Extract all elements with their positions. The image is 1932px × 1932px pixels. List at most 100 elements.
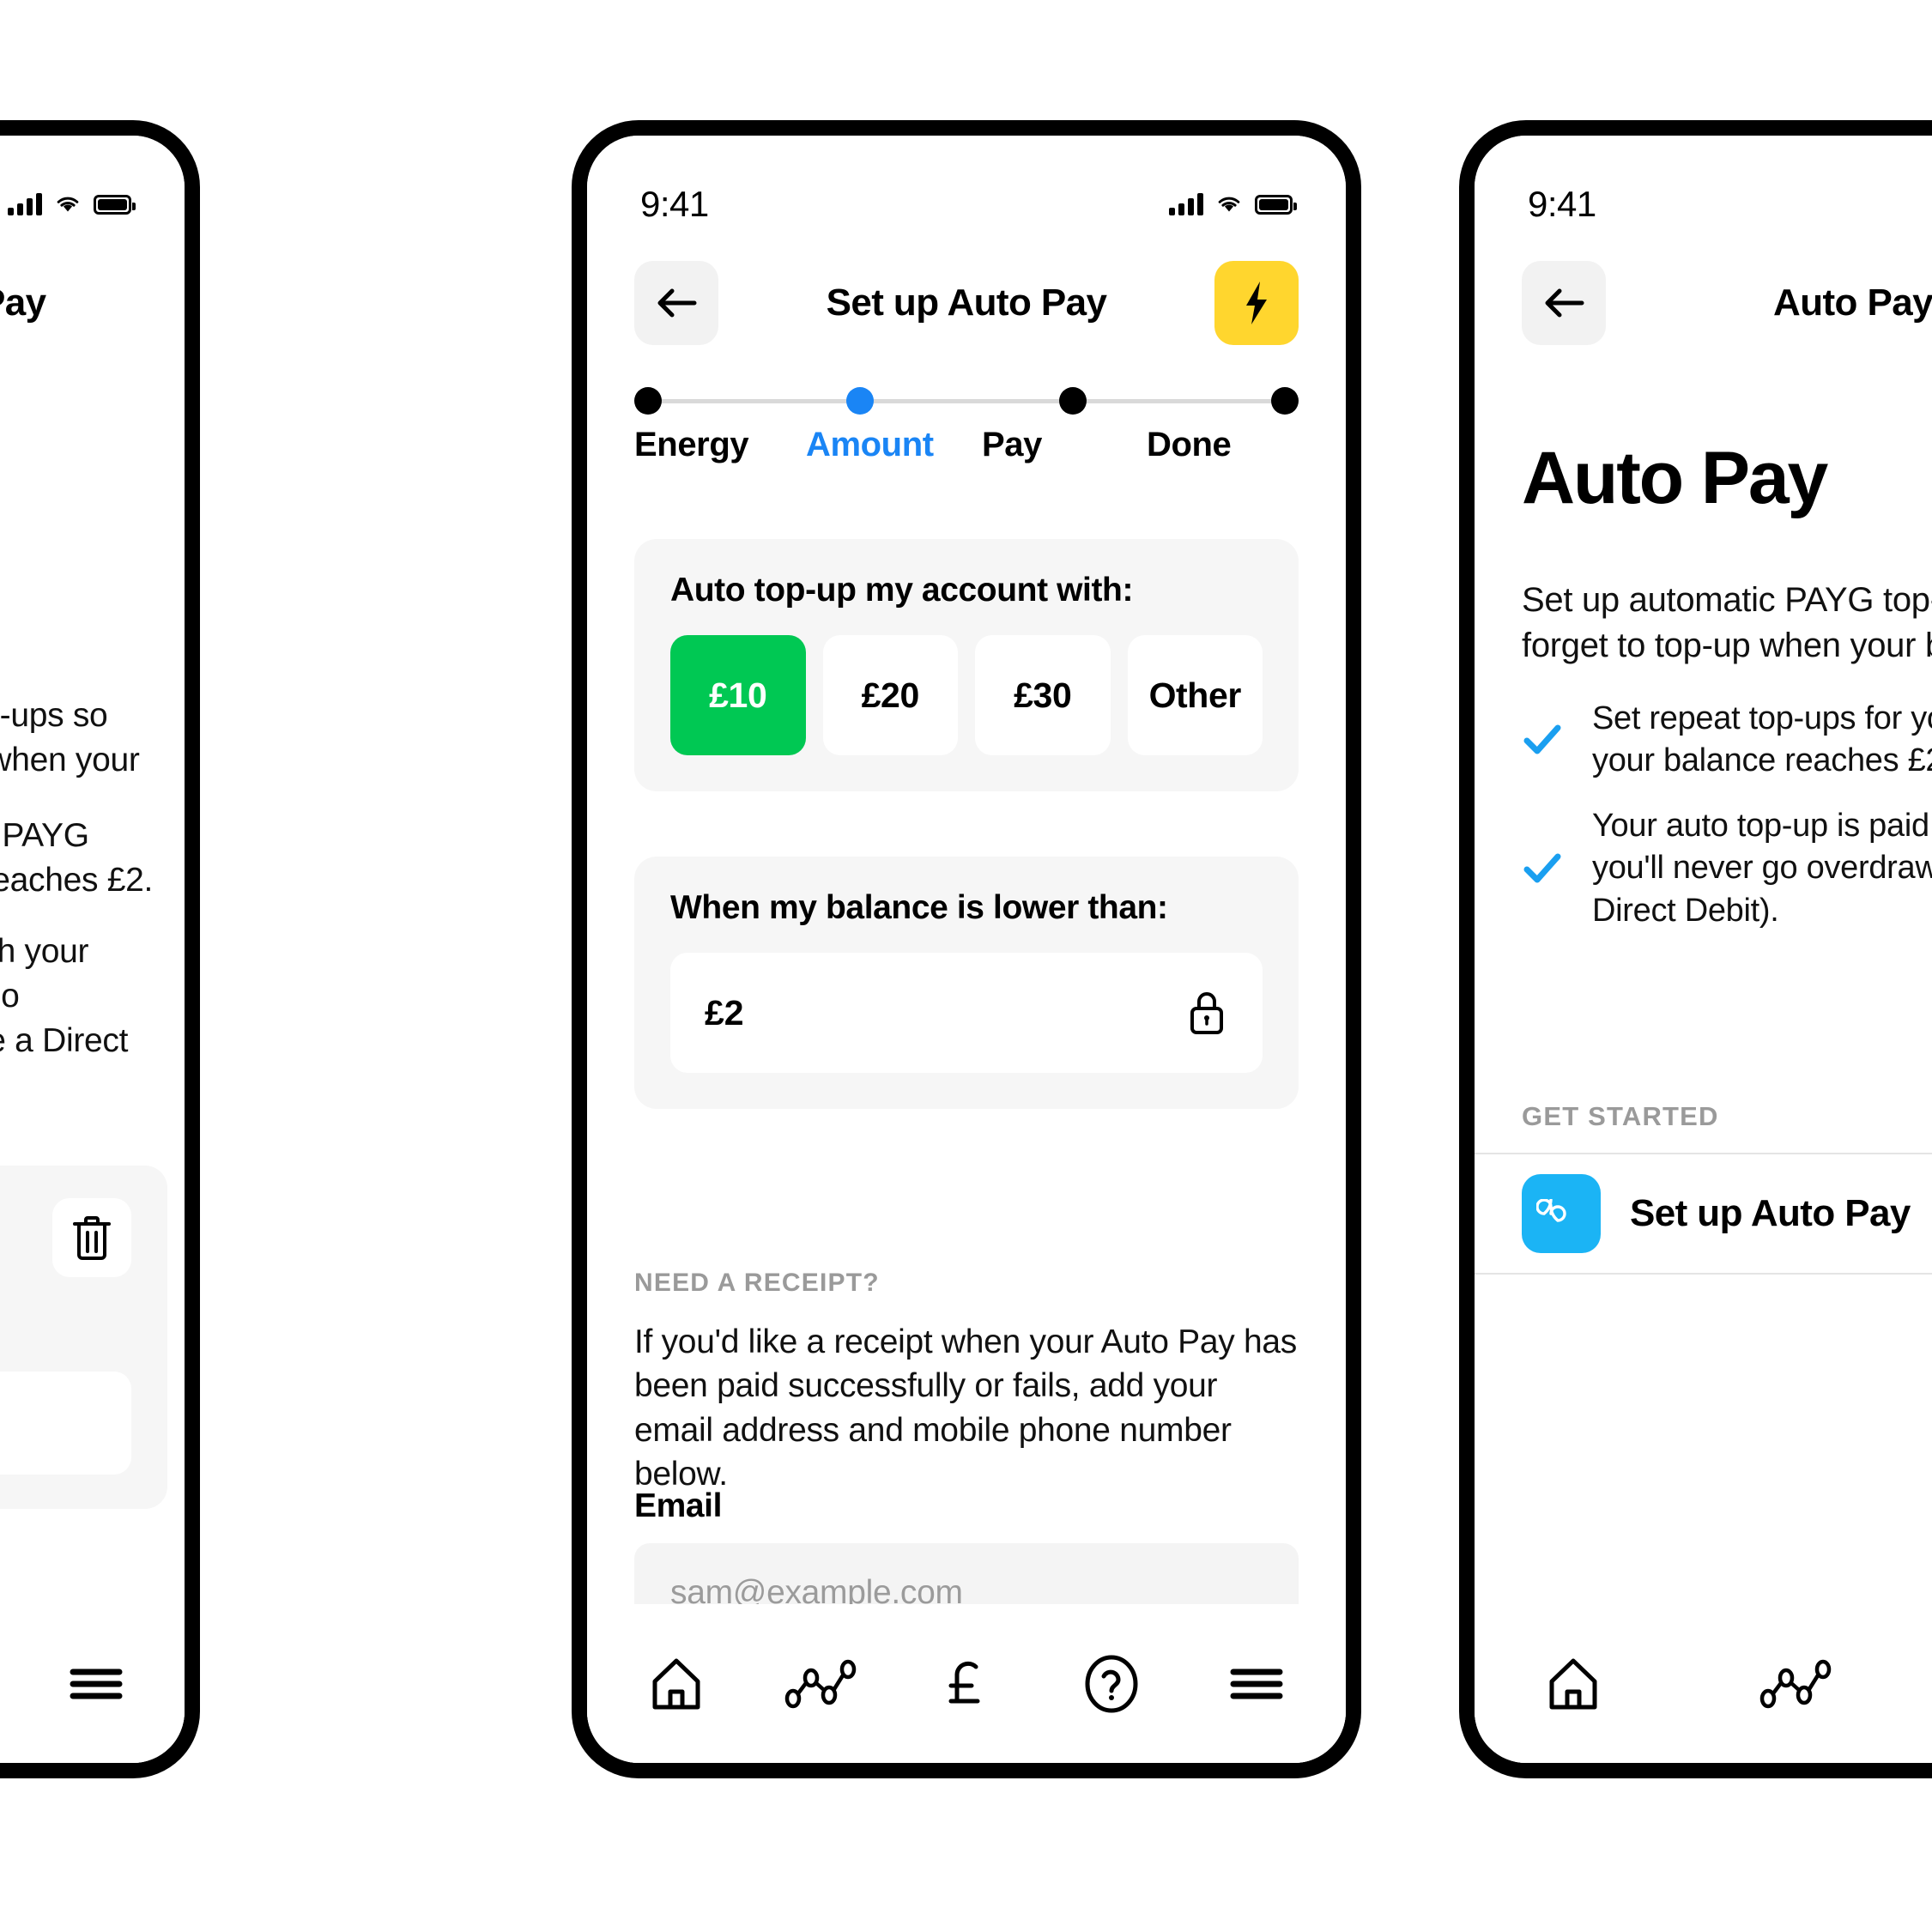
benefit-text: Your auto top-up is paid with your bank … xyxy=(1592,807,1932,929)
credit-limit-fields: £2.00 xyxy=(0,1372,131,1475)
balance-threshold-value: £2 xyxy=(705,992,744,1033)
step-dot-done[interactable] xyxy=(1270,387,1299,415)
setup-stepper: Energy Amount Pay Done xyxy=(634,386,1299,464)
check-icon xyxy=(1522,719,1563,760)
status-bar-left xyxy=(0,136,185,239)
amount-option-10[interactable]: £10 xyxy=(670,635,806,755)
tab-bar-middle xyxy=(587,1604,1346,1763)
stepper-line xyxy=(648,399,1285,403)
left-intro-paragraph: Set up automatic PAYG top-ups so you nev… xyxy=(0,697,140,778)
wifi-icon xyxy=(1215,194,1243,215)
amount-option-30[interactable]: £30 xyxy=(975,635,1111,755)
tab-help[interactable] xyxy=(1064,1637,1159,1731)
credit-limit-card: Credit limit £2.00 xyxy=(0,1166,167,1509)
back-arrow-icon xyxy=(1545,288,1584,318)
status-system-icons-middle xyxy=(1169,193,1297,215)
lightning-bolt-icon xyxy=(1246,282,1267,324)
infinity-icon xyxy=(1522,1174,1601,1253)
stepper-track xyxy=(634,386,1299,415)
email-label: Email xyxy=(634,1487,723,1524)
phone-right: 9:41 Auto Pay Auto Pay Set up automatic … xyxy=(1459,120,1932,1778)
tab-menu[interactable] xyxy=(68,1637,124,1731)
balance-threshold-title: When my balance is lower than: xyxy=(670,889,1168,926)
cellular-signal-icon xyxy=(1169,193,1203,215)
status-clock-right: 9:41 xyxy=(1528,184,1596,224)
stepper-labels: Energy Amount Pay Done xyxy=(634,426,1299,464)
tab-menu[interactable] xyxy=(1209,1637,1304,1731)
credit-limit-value[interactable]: £2.00 xyxy=(0,1372,131,1475)
left-hint-line xyxy=(0,513,169,558)
wifi-icon xyxy=(54,194,82,215)
get-started-eyebrow: GET STARTED xyxy=(1522,1101,1719,1131)
nav-bar-middle: Set up Auto Pay xyxy=(587,239,1346,367)
home-icon xyxy=(1549,1658,1597,1709)
back-button[interactable] xyxy=(1522,261,1606,345)
amount-option-other[interactable]: Other xyxy=(1127,635,1263,755)
pound-icon xyxy=(948,1661,980,1703)
topup-amount-options: £10 £20 £30 Other xyxy=(670,635,1263,755)
page-title-right: Auto Pay xyxy=(1773,282,1932,324)
tab-home[interactable] xyxy=(629,1637,724,1731)
benefits-list: Set repeat top-ups for your PAYG meter w… xyxy=(1522,698,1932,954)
credit-limit-label: Credit limit xyxy=(0,1311,167,1350)
home-icon xyxy=(652,1658,700,1709)
battery-icon xyxy=(94,194,136,215)
boost-button[interactable] xyxy=(1214,261,1299,345)
status-bar-right: 9:41 xyxy=(1475,136,1932,239)
tab-bar-right xyxy=(1475,1604,1932,1763)
amount-option-20[interactable]: £20 xyxy=(822,635,958,755)
battery-icon xyxy=(1255,194,1297,215)
tab-home[interactable] xyxy=(1526,1637,1620,1731)
status-clock-middle: 9:41 xyxy=(640,184,709,224)
left-screen: Auto Pay Set up automatic PAYG top-ups s… xyxy=(0,136,185,1763)
status-bar-middle: 9:41 xyxy=(587,136,1346,239)
left-bullet-1: Set repeat top-ups for your PAYG meter w… xyxy=(0,817,154,899)
usage-icon xyxy=(1759,1659,1832,1708)
hero-title: Auto Pay xyxy=(1522,437,1828,519)
trash-icon xyxy=(73,1216,111,1260)
step-label-amount: Amount xyxy=(806,426,934,463)
receipt-eyebrow: NEED A RECEIPT? xyxy=(634,1269,880,1297)
tab-usage[interactable] xyxy=(774,1637,869,1731)
list-item-set-up-auto-pay[interactable]: Set up Auto Pay xyxy=(1475,1153,1932,1275)
right-screen: 9:41 Auto Pay Auto Pay Set up automatic … xyxy=(1475,136,1932,1763)
page-title-middle: Set up Auto Pay xyxy=(826,282,1107,324)
delete-button[interactable] xyxy=(52,1198,131,1277)
balance-threshold-field[interactable]: £2 xyxy=(670,953,1263,1073)
hero-intro: Set up automatic PAYG top-ups so you nev… xyxy=(1522,581,1932,665)
menu-icon xyxy=(1230,1669,1283,1699)
lock-icon xyxy=(1185,988,1228,1038)
step-label-pay: Pay xyxy=(982,426,1042,463)
back-button[interactable] xyxy=(634,261,718,345)
phone-middle: 9:41 Set up Auto Pay Energy Amount Pay D… xyxy=(572,120,1361,1778)
phone-left: Auto Pay Set up automatic PAYG top-ups s… xyxy=(0,120,200,1778)
benefit-item: Your auto top-up is paid with your bank … xyxy=(1522,805,1932,932)
usage-icon xyxy=(784,1659,857,1708)
topup-amount-title: Auto top-up my account with: xyxy=(670,572,1134,609)
benefit-item: Set repeat top-ups for your PAYG meter w… xyxy=(1522,698,1932,783)
topup-amount-card: Auto top-up my account with: £10 £20 £30… xyxy=(634,539,1299,791)
step-dot-energy[interactable] xyxy=(634,387,662,415)
tab-usage[interactable] xyxy=(1749,1637,1844,1731)
step-dot-pay[interactable] xyxy=(1058,387,1087,415)
screenshot-canvas: Auto Pay Set up automatic PAYG top-ups s… xyxy=(0,0,1932,1932)
step-label-energy: Energy xyxy=(634,426,749,463)
status-system-icons xyxy=(8,193,136,215)
step-dot-amount[interactable] xyxy=(846,387,875,415)
nav-bar-right: Auto Pay xyxy=(1475,239,1932,367)
nav-bar-left: Auto Pay xyxy=(0,239,185,367)
middle-screen: 9:41 Set up Auto Pay Energy Amount Pay D… xyxy=(587,136,1346,1763)
help-icon xyxy=(1085,1655,1138,1712)
list-item-label: Set up Auto Pay xyxy=(1630,1192,1911,1234)
page-title-left: Auto Pay xyxy=(0,282,46,324)
receipt-description: If you'd like a receipt when your Auto P… xyxy=(634,1323,1297,1493)
step-label-done: Done xyxy=(1147,426,1232,463)
cellular-signal-icon xyxy=(8,193,42,215)
tab-pay[interactable] xyxy=(919,1637,1014,1731)
benefit-text: Set repeat top-ups for your PAYG meter w… xyxy=(1592,700,1932,779)
balance-threshold-card: When my balance is lower than: £2 xyxy=(634,857,1299,1109)
left-bullet-2: Your auto top-up is paid with your bank … xyxy=(0,933,129,1059)
menu-icon xyxy=(70,1669,123,1699)
tab-bar-left xyxy=(0,1604,185,1763)
back-arrow-icon xyxy=(657,288,697,318)
